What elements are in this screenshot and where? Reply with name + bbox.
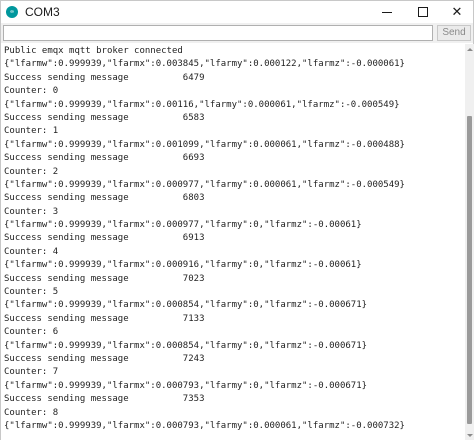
output-line: Counter: 0 bbox=[4, 86, 59, 97]
output-line: Counter: 7 bbox=[4, 367, 59, 378]
output-line: {"lfarmw":0.999939,"lfarmx":0.001099,"lf… bbox=[4, 139, 405, 150]
output-line: {"lfarmw":0.999939,"lfarmx":0.000977,"lf… bbox=[4, 220, 362, 231]
output-line: {"lfarmw":0.999939,"lfarmx":0.000977,"lf… bbox=[4, 179, 405, 190]
output-line: Success sending message 7353 bbox=[4, 394, 205, 405]
output-line: Success sending message 6583 bbox=[4, 112, 205, 123]
output-line: {"lfarmw":0.999939,"lfarmx":0.00116,"lfa… bbox=[4, 99, 400, 110]
title-bar[interactable]: ∞ COM3 ✕ bbox=[1, 1, 473, 23]
minimize-icon bbox=[382, 11, 392, 13]
output-line: {"lfarmw":0.999939,"lfarmx":0.000793,"lf… bbox=[4, 420, 405, 431]
output-line: Counter: 8 bbox=[4, 407, 59, 418]
output-line: {"lfarmw":0.999939,"lfarmx":0.000854,"lf… bbox=[4, 300, 368, 311]
output-line: Counter: 3 bbox=[4, 206, 59, 217]
serial-output[interactable]: Public emqx mqtt broker connected {"lfarm… bbox=[1, 44, 465, 440]
output-line: Counter: 4 bbox=[4, 246, 59, 257]
close-icon: ✕ bbox=[451, 4, 463, 20]
scroll-down-arrow-icon[interactable] bbox=[465, 431, 474, 440]
maximize-button[interactable] bbox=[405, 1, 441, 23]
send-button[interactable]: Send bbox=[437, 25, 471, 41]
output-line: Success sending message 6479 bbox=[4, 72, 205, 83]
vertical-scrollbar[interactable] bbox=[465, 44, 474, 440]
output-line: {"lfarmw":0.999939,"lfarmx":0.003845,"lf… bbox=[4, 59, 405, 70]
output-line: {"lfarmw":0.999939,"lfarmx":0.000854,"lf… bbox=[4, 340, 368, 351]
output-line: Success sending message 6693 bbox=[4, 153, 205, 164]
scroll-thumb[interactable] bbox=[467, 116, 472, 424]
output-line: Counter: 6 bbox=[4, 327, 59, 338]
window-title: COM3 bbox=[25, 5, 60, 19]
output-line: Success sending message 7243 bbox=[4, 353, 205, 364]
close-button[interactable]: ✕ bbox=[439, 1, 474, 23]
output-line: Success sending message 7023 bbox=[4, 273, 205, 284]
output-line: Counter: 1 bbox=[4, 126, 59, 137]
output-line: Success sending message 6803 bbox=[4, 193, 205, 204]
scroll-up-arrow-icon[interactable] bbox=[465, 44, 474, 54]
output-line: Public emqx mqtt broker connected bbox=[4, 46, 183, 56]
output-line: {"lfarmw":0.999939,"lfarmx":0.000916,"lf… bbox=[4, 260, 362, 271]
maximize-icon bbox=[418, 7, 428, 17]
input-bar: Send bbox=[1, 23, 473, 43]
output-line: {"lfarmw":0.999939,"lfarmx":0.000793,"lf… bbox=[4, 380, 368, 391]
output-line: Counter: 5 bbox=[4, 287, 59, 298]
output-line: Success sending message 6913 bbox=[4, 233, 205, 244]
arduino-icon-glyph: ∞ bbox=[9, 9, 15, 15]
arduino-icon: ∞ bbox=[6, 6, 18, 18]
minimize-button[interactable] bbox=[369, 1, 405, 23]
output-line: Counter: 2 bbox=[4, 166, 59, 177]
serial-input[interactable] bbox=[3, 25, 433, 41]
output-line: Success sending message 7133 bbox=[4, 313, 205, 324]
serial-monitor-window: ∞ COM3 ✕ Send Public emqx mqtt broker co… bbox=[0, 0, 474, 440]
